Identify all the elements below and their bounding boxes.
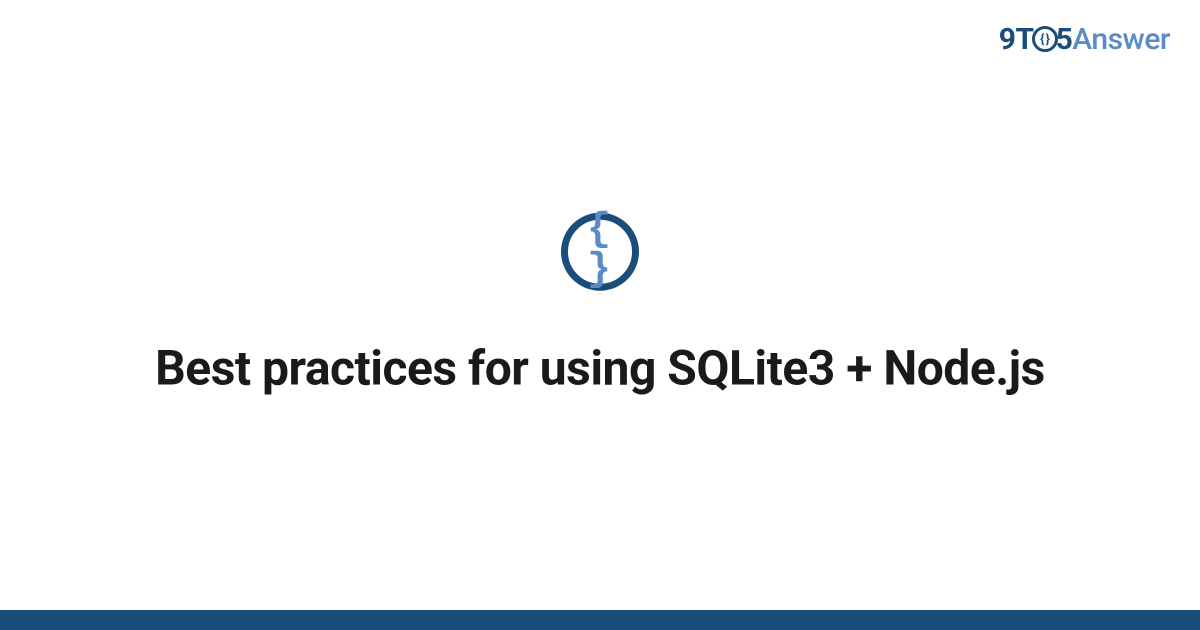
brand-logo: 9T { } 5Answer bbox=[999, 22, 1170, 57]
brand-text-part3: Answer bbox=[1072, 22, 1170, 57]
brand-text-part1: 9T bbox=[999, 22, 1034, 57]
footer-bar bbox=[0, 610, 1200, 630]
main-content: { } Best practices for using SQLite3 + N… bbox=[0, 213, 1200, 399]
page-title: Best practices for using SQLite3 + Node.… bbox=[60, 339, 1140, 399]
brand-circle-icon: { } bbox=[1032, 26, 1058, 52]
brand-text-part2: 5 bbox=[1056, 22, 1073, 57]
code-braces-glyph: { } bbox=[568, 211, 632, 291]
category-code-icon: { } bbox=[561, 213, 639, 291]
brand-circle-glyph: { } bbox=[1040, 33, 1049, 46]
